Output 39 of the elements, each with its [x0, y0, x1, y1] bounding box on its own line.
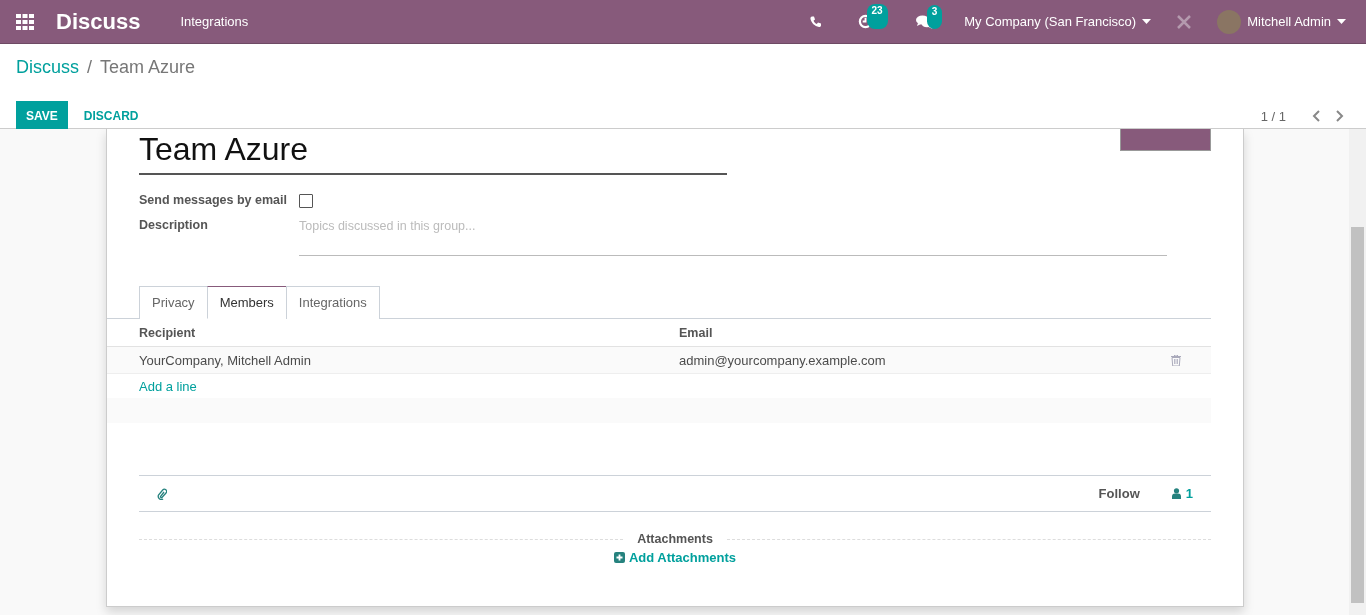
tab[interactable]: Privacy — [139, 286, 208, 319]
app-name[interactable]: Discuss — [56, 8, 141, 35]
table-cell-text: admin@yourcompany.example.com — [679, 352, 887, 368]
add-line-link[interactable]: Add a line — [139, 378, 197, 394]
plus-square-icon — [613, 552, 625, 563]
field-label: Send messages by email — [139, 193, 288, 207]
column-header[interactable]: Recipient — [139, 325, 679, 340]
field-label: Description — [139, 218, 209, 232]
group-name-field[interactable]: Team Azure — [139, 129, 727, 175]
apps-menu-icon[interactable] — [16, 13, 34, 30]
tab[interactable]: Members — [206, 286, 287, 319]
chevron-left-icon[interactable] — [1312, 110, 1320, 122]
breadcrumb-current: Team Azure — [100, 57, 196, 79]
activity-count-badge: 23 — [866, 4, 888, 29]
person-icon — [1171, 488, 1181, 499]
breadcrumb-link[interactable]: Discuss — [16, 57, 79, 87]
phone-icon[interactable] — [809, 15, 822, 28]
user-menu[interactable]: Mitchell Admin — [1217, 9, 1346, 34]
tab[interactable]: Integrations — [285, 286, 380, 319]
column-header[interactable]: Email — [679, 325, 1171, 340]
save-button[interactable]: SAVE — [16, 101, 68, 131]
add-attachments-link[interactable]: Add Attachments — [139, 550, 1211, 565]
discard-button[interactable]: DISCARD — [73, 101, 149, 131]
breadcrumb-separator: / — [87, 57, 93, 79]
follow-button[interactable]: Follow — [1098, 486, 1140, 501]
scrollbar[interactable] — [1349, 129, 1366, 615]
caret-icon — [1142, 19, 1152, 24]
attachments-heading: Attachments — [637, 532, 713, 546]
checkbox[interactable] — [299, 194, 313, 208]
followers-button[interactable]: 1 — [1171, 486, 1193, 501]
chevron-right-icon[interactable] — [1336, 110, 1344, 122]
paperclip-icon[interactable] — [157, 487, 167, 500]
company-switcher[interactable]: My Company (San Francisco) — [964, 14, 1152, 29]
message-count-badge: 3 — [926, 4, 943, 29]
table-cell-text: YourCompany, Mitchell Admin — [139, 352, 312, 368]
avatar-placeholder — [1217, 9, 1242, 34]
caret-icon — [1337, 19, 1346, 24]
menu-item[interactable]: Integrations — [180, 14, 249, 29]
pager-value: 1 / 1 — [1260, 108, 1286, 124]
